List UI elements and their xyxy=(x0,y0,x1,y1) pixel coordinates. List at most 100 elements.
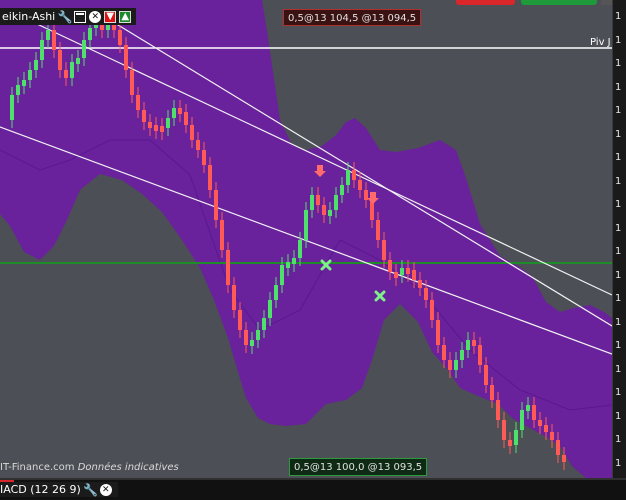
candle-bull xyxy=(340,185,344,195)
candle-bull xyxy=(46,30,50,40)
candle-bear xyxy=(406,268,410,274)
candle-bull xyxy=(304,210,308,240)
candle-bear xyxy=(226,250,230,285)
candle-bear xyxy=(562,455,566,462)
order-badge-bottom[interactable]: 0,5@13 100,0 @13 093,5 xyxy=(289,458,428,476)
candle-bull xyxy=(286,262,290,268)
candle-bull xyxy=(82,40,86,58)
candle-bull xyxy=(346,170,350,185)
candle-bear xyxy=(136,95,140,110)
price-axis-tick: 1 xyxy=(615,58,622,69)
candle-bear xyxy=(142,110,146,122)
candle-bull xyxy=(298,240,302,258)
candle-bull xyxy=(28,70,32,80)
candle-bear xyxy=(496,400,500,420)
candle-bull xyxy=(400,268,404,275)
candle-bull xyxy=(76,58,80,64)
window-control[interactable] xyxy=(601,0,612,5)
candle-bull xyxy=(310,195,314,210)
macd-title-bar: IACD (12 26 9) 🔧 ✕ xyxy=(0,482,118,497)
candle-bear xyxy=(118,30,122,45)
candle-bull xyxy=(292,258,296,264)
close-icon[interactable]: ✕ xyxy=(99,483,112,496)
price-axis-tick: 1 xyxy=(615,387,622,398)
candle-bear xyxy=(178,108,182,114)
candle-bull xyxy=(34,60,38,70)
candle-bear xyxy=(550,432,554,440)
candle-bear xyxy=(238,310,242,330)
price-axis-tick: 1 xyxy=(615,152,622,163)
candle-bear xyxy=(472,340,476,346)
order-badge-bottom-left: 0,5@13 100,0 xyxy=(294,462,365,473)
candle-bear xyxy=(412,270,416,280)
candle-bear xyxy=(442,345,446,360)
price-axis-tick: 1 xyxy=(615,105,622,116)
price-axis-tick: 1 xyxy=(615,175,622,187)
credit-note: Données indicatives xyxy=(77,462,179,473)
candle-bear xyxy=(430,300,434,320)
price-axis-tick: 1 xyxy=(615,34,622,46)
candle-bull xyxy=(274,285,278,300)
chart-area[interactable]: Piv J xyxy=(0,0,612,478)
wrench-icon[interactable]: 🔧 xyxy=(83,484,98,496)
candle-bear xyxy=(190,125,194,140)
chart-title: eikin-Ashi xyxy=(2,10,56,23)
arrow-up-icon[interactable]: ▲ xyxy=(119,10,132,23)
window-icon[interactable] xyxy=(74,10,87,23)
candle-bear xyxy=(244,330,248,345)
candle-bear xyxy=(52,30,56,50)
wrench-icon[interactable]: 🔧 xyxy=(58,11,73,23)
candle-bull xyxy=(328,210,332,216)
candle-bear xyxy=(196,140,200,150)
candle-bull xyxy=(40,40,44,60)
price-axis-tick: 1 xyxy=(615,246,622,257)
candle-bull xyxy=(166,118,170,128)
candle-bull xyxy=(334,195,338,210)
candle-bear xyxy=(418,280,422,288)
sell-button[interactable] xyxy=(456,0,515,5)
macd-panel[interactable]: IACD (12 26 9) 🔧 ✕ xyxy=(0,478,626,500)
candle-bull xyxy=(250,340,254,346)
candle-bear xyxy=(322,205,326,215)
price-axis[interactable]: 1 1 1 1 1 1 1 1 1 1 1 1 1 1 1 1 1 1 1 1 xyxy=(612,0,626,478)
candle-bear xyxy=(316,195,320,205)
macd-title: IACD (12 26 9) xyxy=(0,483,81,496)
candle-bull xyxy=(10,95,14,120)
price-axis-tick: 1 xyxy=(615,434,622,445)
order-badge-top[interactable]: 0,5@13 104,5 @13 094,5 xyxy=(283,9,422,26)
candle-bear xyxy=(490,385,494,400)
candle-bear xyxy=(154,125,158,131)
candle-bull xyxy=(16,85,20,95)
candle-bull xyxy=(70,62,74,78)
candle-bear xyxy=(202,150,206,165)
buy-button[interactable] xyxy=(521,0,597,5)
price-chart[interactable] xyxy=(0,0,612,478)
candle-bull xyxy=(466,340,470,350)
close-icon[interactable]: ✕ xyxy=(89,10,102,23)
candle-bull xyxy=(268,300,272,318)
chart-title-bar: eikin-Ashi 🔧 ✕ ▼ ▲ xyxy=(0,8,137,25)
candle-bear xyxy=(232,285,236,310)
candle-bear xyxy=(388,260,392,272)
price-axis-tick: 1 xyxy=(615,363,622,375)
price-axis-tick: 1 xyxy=(615,128,622,140)
candle-bear xyxy=(484,365,488,385)
candle-bear xyxy=(130,70,134,95)
candle-bull xyxy=(262,318,266,330)
price-axis-tick: 1 xyxy=(615,199,622,210)
price-axis-tick: 1 xyxy=(615,11,622,22)
arrow-down-icon[interactable]: ▼ xyxy=(104,10,117,23)
pivot-label: Piv J xyxy=(590,37,611,48)
candle-bear xyxy=(358,180,362,190)
candle-bull xyxy=(454,360,458,370)
candle-bear xyxy=(502,420,506,440)
candle-bear xyxy=(124,45,128,70)
candle-bull xyxy=(22,80,26,86)
candle-bear xyxy=(448,360,452,370)
candle-bear xyxy=(538,420,542,426)
candle-bear xyxy=(208,165,212,190)
candle-bear xyxy=(376,220,380,240)
candle-bull xyxy=(526,405,530,411)
price-axis-tick: 1 xyxy=(615,222,622,234)
candle-bear xyxy=(58,50,62,70)
